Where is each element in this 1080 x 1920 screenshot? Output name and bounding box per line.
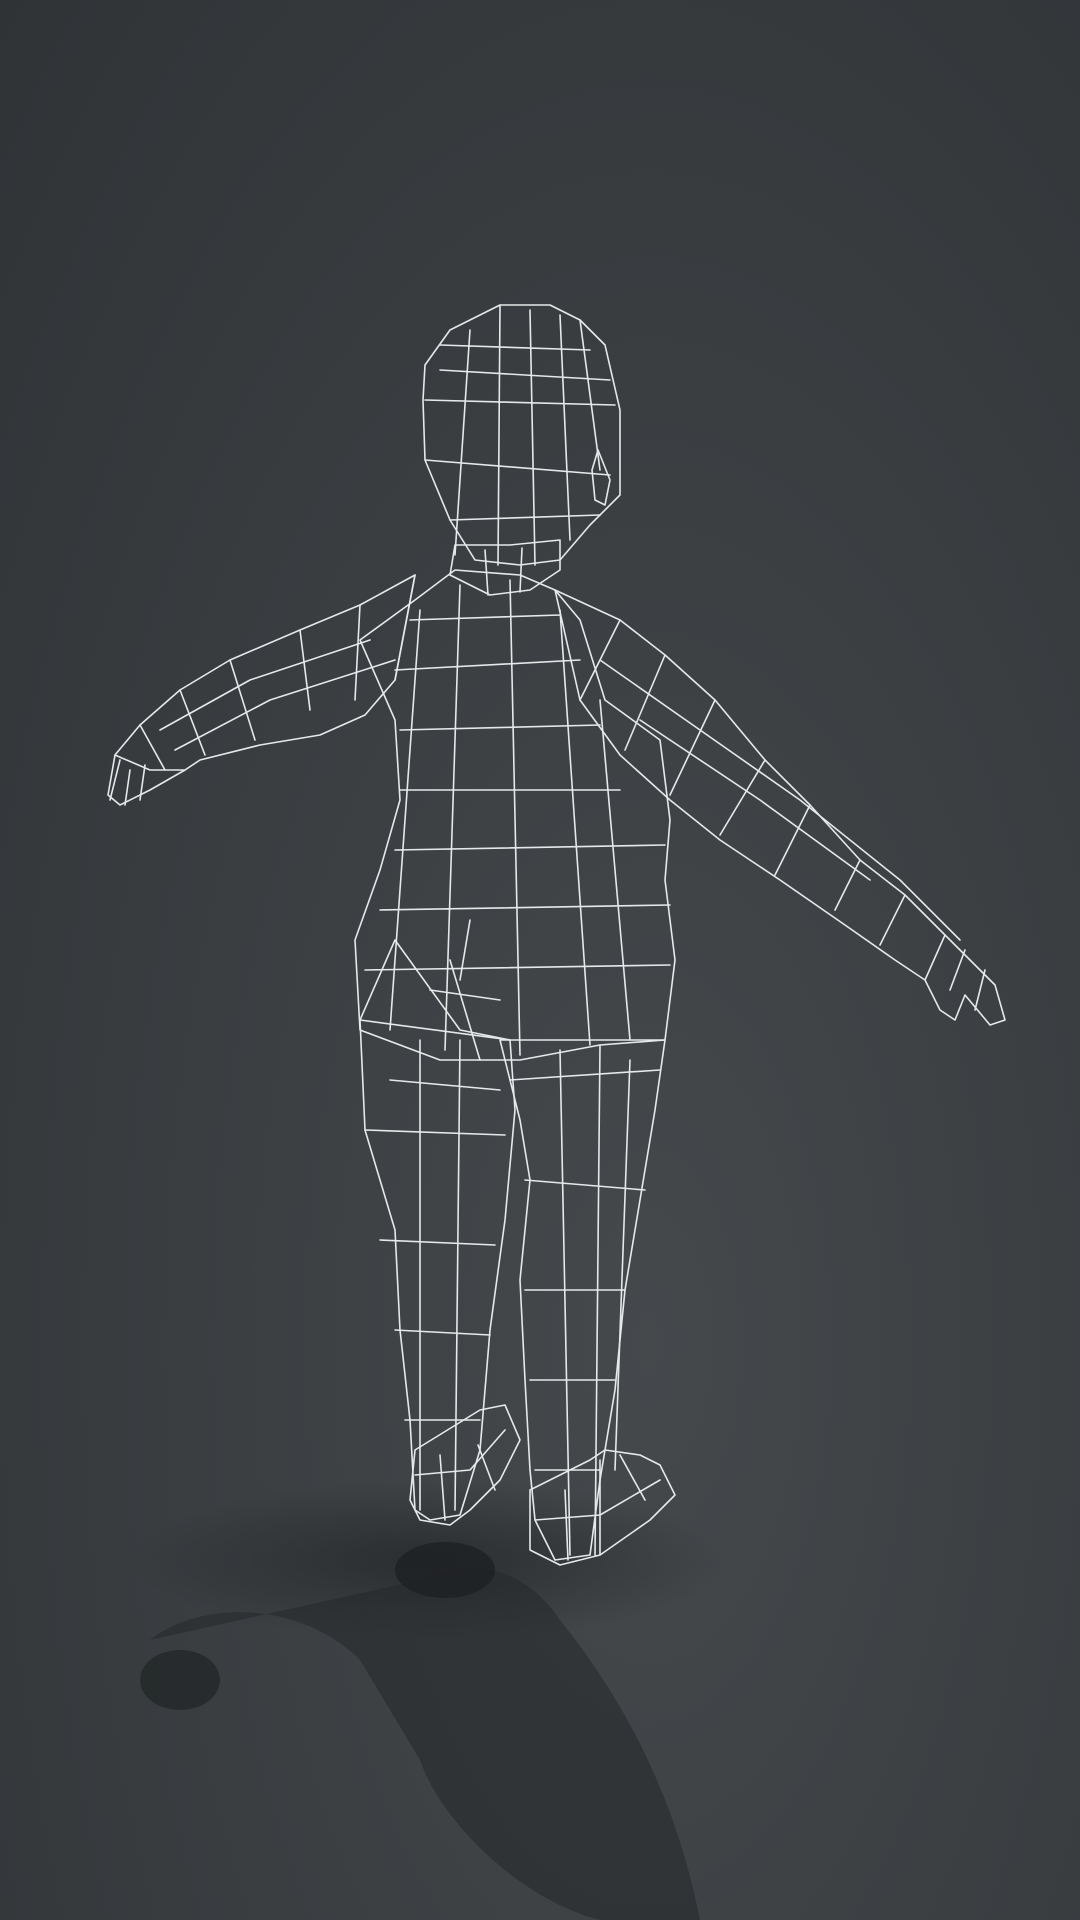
torso-mesh xyxy=(354,569,676,1061)
left-arm-mesh xyxy=(107,574,416,806)
humanoid-wireframe-figure xyxy=(107,304,1006,1920)
neck-mesh xyxy=(449,539,561,596)
ground-shadow xyxy=(130,1480,730,1920)
left-leg-mesh xyxy=(359,939,521,1526)
viewport-3d-scene xyxy=(0,0,1080,1920)
head-mesh xyxy=(422,304,621,566)
